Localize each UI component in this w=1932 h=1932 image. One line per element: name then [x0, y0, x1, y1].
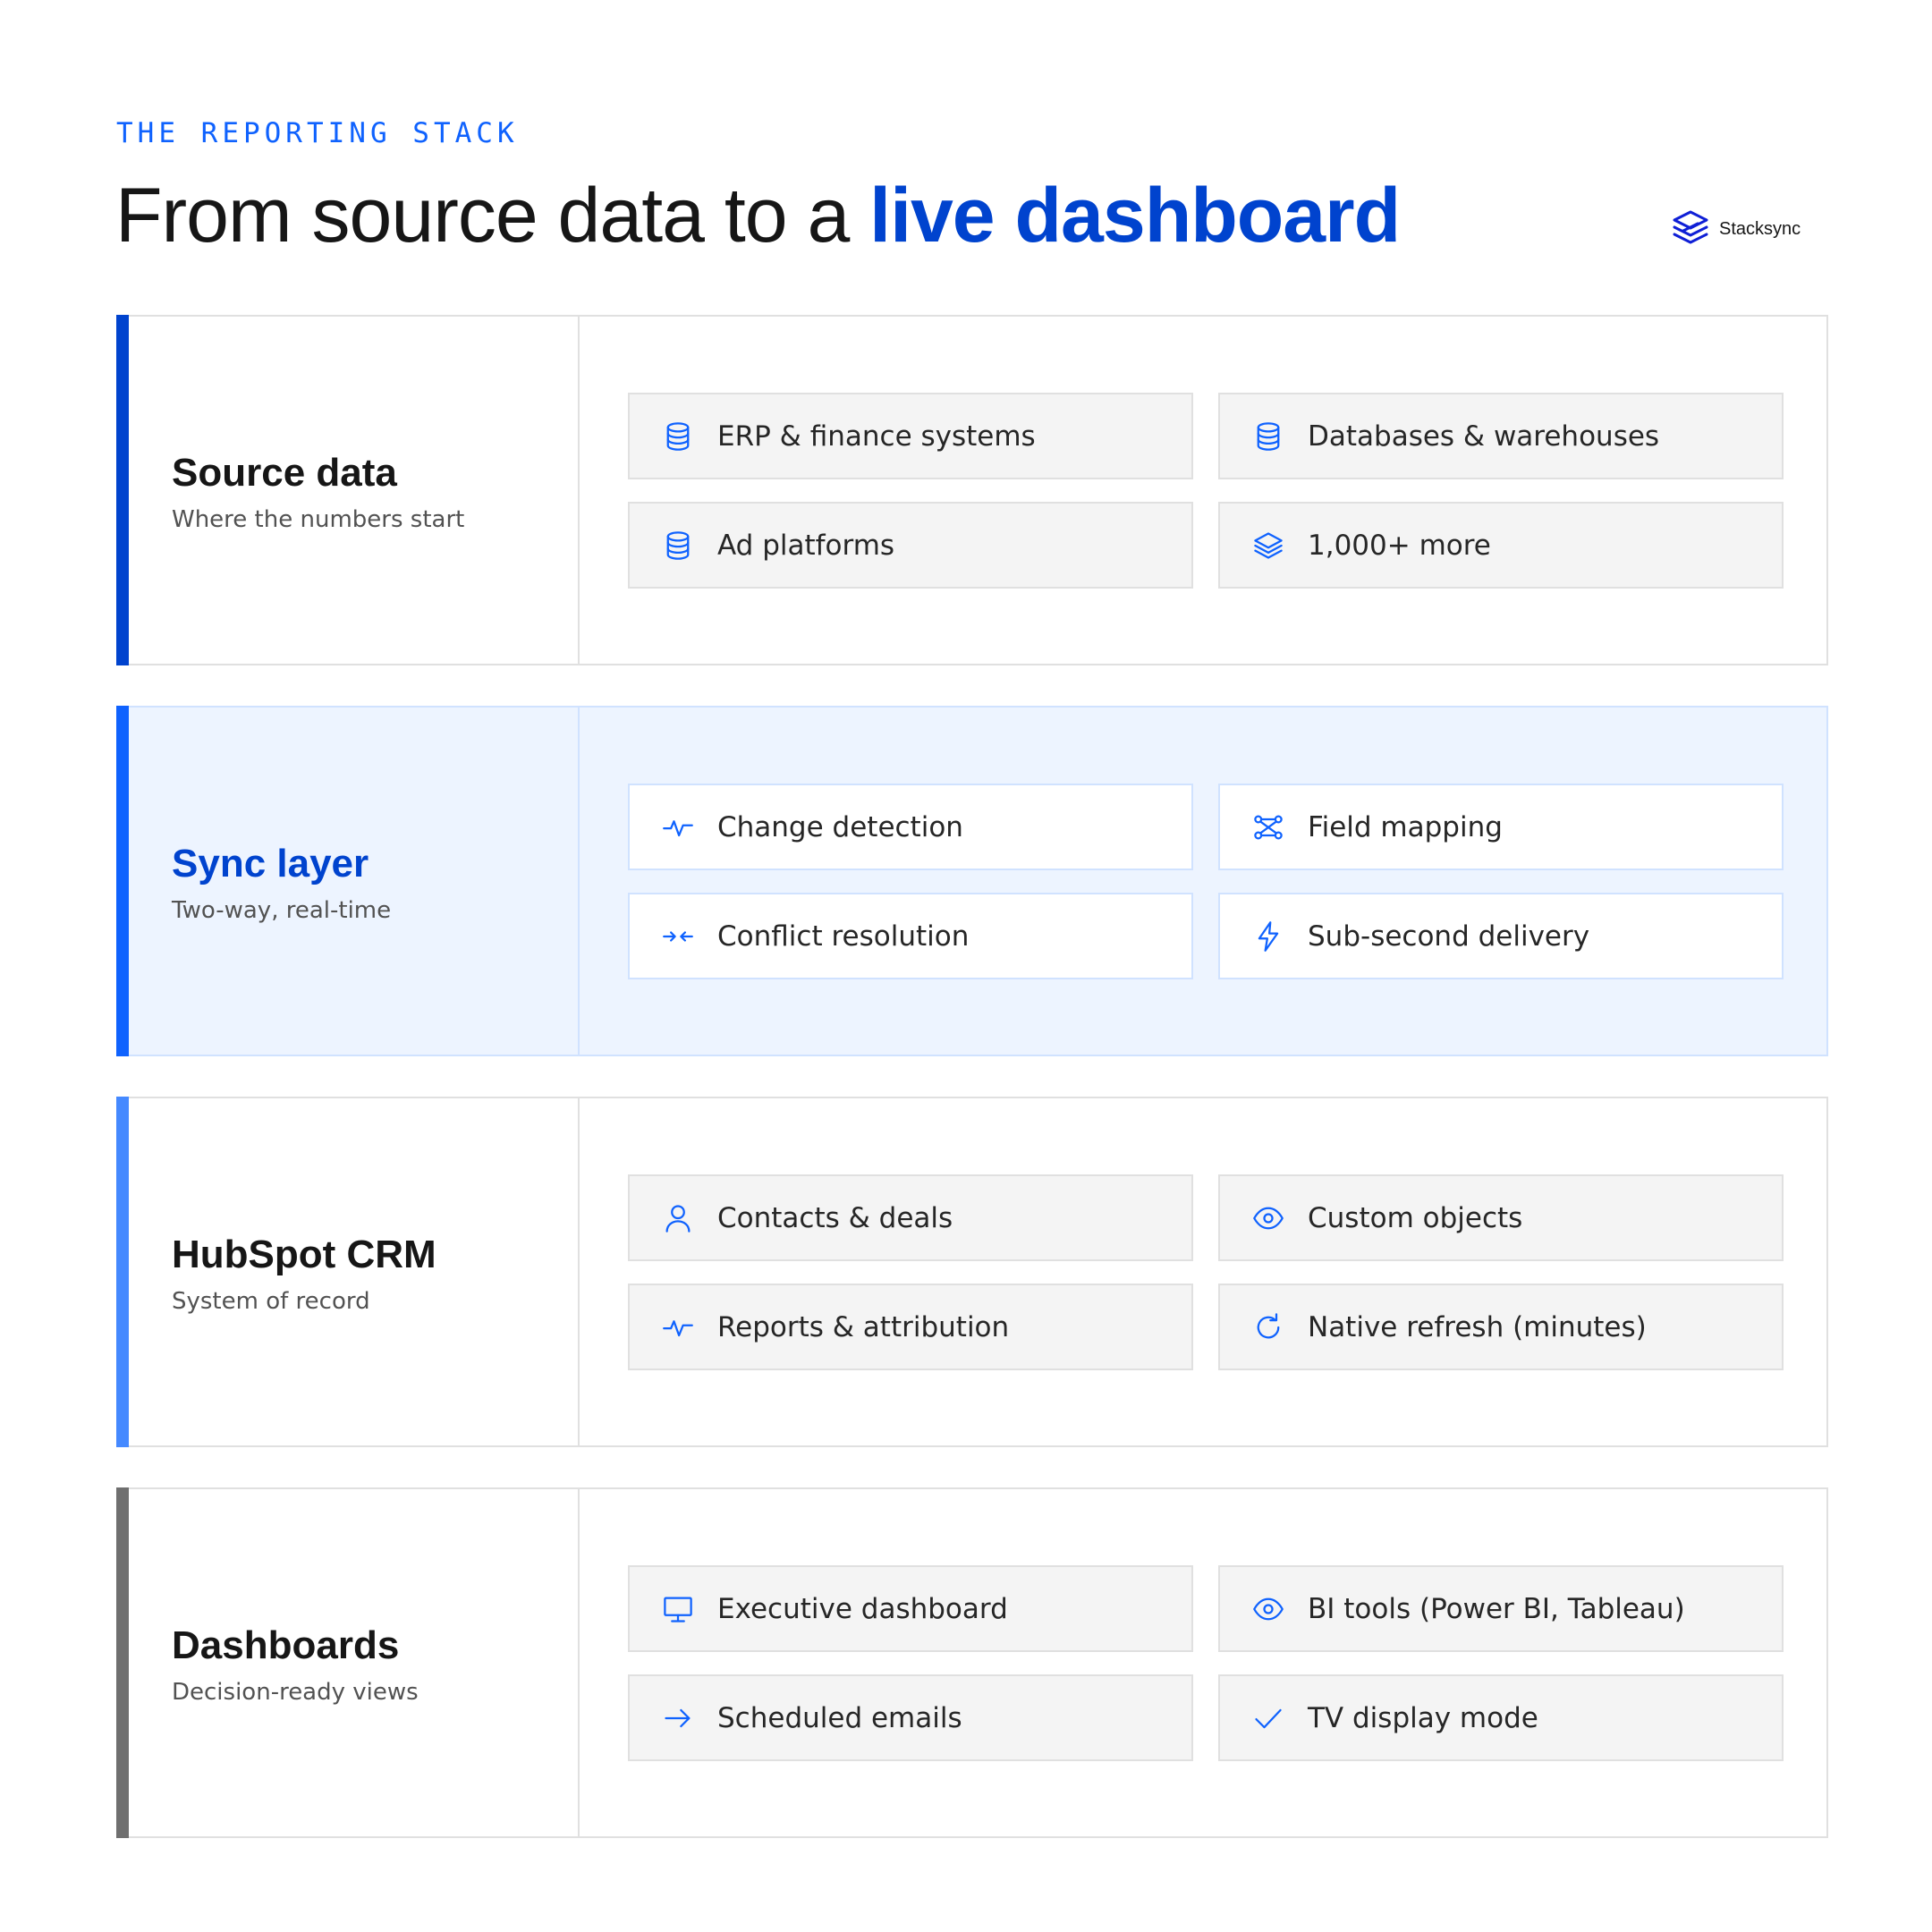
stacksync-logo-icon	[1673, 210, 1708, 244]
layer-title: Dashboards	[172, 1623, 400, 1667]
chip-label: 1,000+ more	[1308, 529, 1491, 562]
layer-subtitle: Two-way, real-time	[172, 897, 392, 924]
chip-label: Databases & warehouses	[1308, 419, 1660, 453]
layer-sync-layer: Sync layer Two-way, real-time Change det…	[116, 706, 1828, 1056]
chip-scheduled-emails: Scheduled emails	[628, 1674, 1193, 1761]
layer-title: Sync layer	[172, 842, 369, 886]
layers-icon	[1252, 530, 1284, 562]
layer-subtitle: Where the numbers start	[172, 506, 465, 533]
chip-more-sources: 1,000+ more	[1218, 502, 1784, 589]
brand-name: Stacksync	[1719, 218, 1801, 239]
brand-logo: Stacksync	[1671, 209, 1801, 249]
layer-source-data: Source data Where the numbers start ERP …	[116, 315, 1828, 665]
layer-hubspot-crm: HubSpot CRM System of record Contacts & …	[116, 1097, 1828, 1447]
chip-native-refresh: Native refresh (minutes)	[1218, 1284, 1784, 1370]
mapping-icon	[1252, 811, 1284, 843]
layer-title: HubSpot CRM	[172, 1233, 436, 1276]
monitor-icon	[662, 1593, 694, 1625]
chip-label: Conflict resolution	[717, 919, 970, 953]
database-icon	[662, 420, 694, 453]
chip-label: Change detection	[717, 810, 963, 843]
chip-ad-platforms: Ad platforms	[628, 502, 1193, 589]
chip-conflict-resolution: Conflict resolution	[628, 893, 1193, 979]
chip-executive-dashboard: Executive dashboard	[628, 1565, 1193, 1652]
chip-label: ERP & finance systems	[717, 419, 1036, 453]
chip-label: Field mapping	[1308, 810, 1503, 843]
page-title: From source data to a live dashboard	[115, 172, 1401, 260]
chip-label: Scheduled emails	[717, 1701, 962, 1734]
chip-label: TV display mode	[1308, 1701, 1538, 1734]
activity-icon	[662, 811, 694, 843]
layer-heading: Sync layer Two-way, real-time	[118, 708, 580, 1055]
layer-title: Source data	[172, 451, 397, 495]
chip-reports-attribution: Reports & attribution	[628, 1284, 1193, 1370]
chip-change-detection: Change detection	[628, 784, 1193, 870]
chip-label: Reports & attribution	[717, 1310, 1010, 1343]
chip-label: Ad platforms	[717, 529, 895, 562]
layer-heading: Dashboards Decision-ready views	[118, 1489, 580, 1836]
database-icon	[662, 530, 694, 562]
eye-icon	[1252, 1202, 1284, 1234]
headline-accent: live dashboard	[869, 173, 1401, 258]
user-icon	[662, 1202, 694, 1234]
refresh-icon	[1252, 1311, 1284, 1343]
chip-label: BI tools (Power BI, Tableau)	[1308, 1592, 1685, 1625]
activity-icon	[662, 1311, 694, 1343]
chip-label: Native refresh (minutes)	[1308, 1310, 1647, 1343]
layer-heading: Source data Where the numbers start	[118, 317, 580, 664]
layer-subtitle: System of record	[172, 1288, 370, 1315]
chip-custom-objects: Custom objects	[1218, 1174, 1784, 1261]
chip-bi-tools: BI tools (Power BI, Tableau)	[1218, 1565, 1784, 1652]
chip-erp-finance-systems: ERP & finance systems	[628, 393, 1193, 479]
layer-subtitle: Decision-ready views	[172, 1679, 419, 1706]
chip-tv-display-mode: TV display mode	[1218, 1674, 1784, 1761]
eye-icon	[1252, 1593, 1284, 1625]
arrow-right-icon	[662, 1702, 694, 1734]
chip-sub-second-delivery: Sub-second delivery	[1218, 893, 1784, 979]
checkmark-icon	[1252, 1702, 1284, 1734]
chip-label: Executive dashboard	[717, 1592, 1008, 1625]
lightning-icon	[1252, 920, 1284, 953]
layer-dashboards: Dashboards Decision-ready views Executiv…	[116, 1487, 1828, 1838]
headline-prefix: From source data to a	[115, 173, 870, 258]
chip-label: Contacts & deals	[717, 1201, 953, 1234]
chip-label: Custom objects	[1308, 1201, 1523, 1234]
layer-heading: HubSpot CRM System of record	[118, 1098, 580, 1445]
chip-databases-warehouses: Databases & warehouses	[1218, 393, 1784, 479]
chip-field-mapping: Field mapping	[1218, 784, 1784, 870]
database-icon	[1252, 420, 1284, 453]
merge-icon	[662, 920, 694, 953]
chip-contacts-deals: Contacts & deals	[628, 1174, 1193, 1261]
chip-label: Sub-second delivery	[1308, 919, 1590, 953]
eyebrow-label: THE REPORTING STACK	[116, 117, 519, 149]
